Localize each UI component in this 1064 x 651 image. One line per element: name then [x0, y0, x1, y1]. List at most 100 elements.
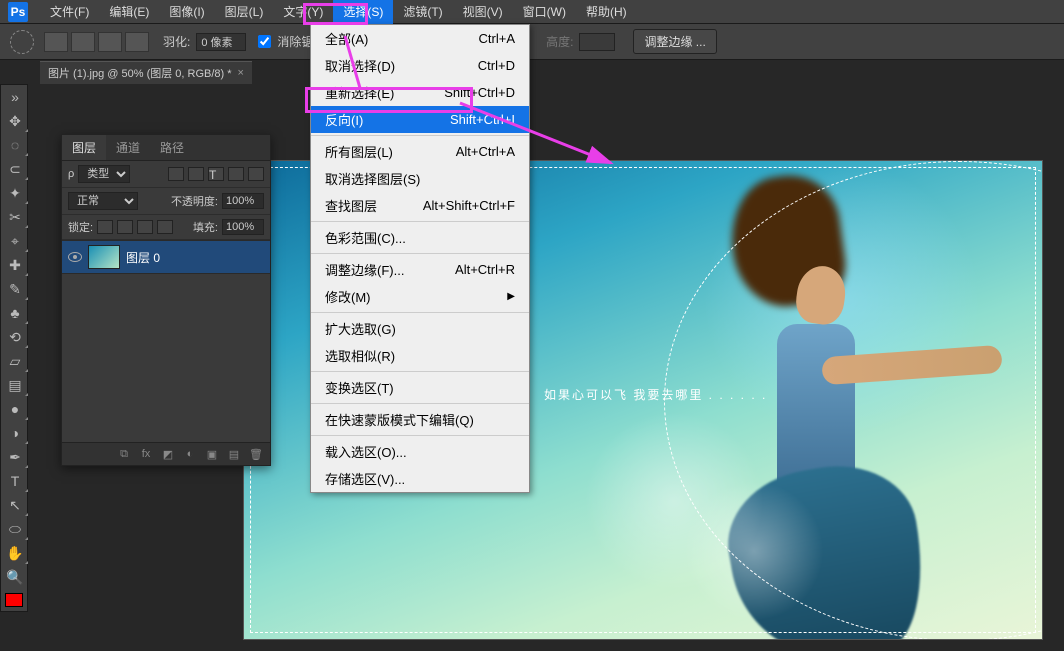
lock-position-icon[interactable] — [137, 220, 153, 234]
selection-subtract-button[interactable] — [98, 32, 122, 52]
document-tab-close[interactable]: × — [238, 67, 244, 79]
antialias-checkbox[interactable] — [258, 35, 271, 48]
menu-select[interactable]: 选择(S) — [333, 0, 393, 24]
layer-mask-icon[interactable]: ◩ — [160, 447, 176, 461]
menu-item-取消选择图层S[interactable]: 取消选择图层(S) — [311, 165, 529, 192]
menu-type[interactable]: 文字(Y) — [273, 0, 333, 24]
fill-input[interactable] — [222, 219, 264, 235]
menu-item-shortcut: Shift+Ctrl+D — [444, 85, 515, 100]
tool-grip[interactable]: » — [1, 85, 29, 109]
menu-item-载入选区O[interactable]: 载入选区(O)... — [311, 438, 529, 465]
menu-item-label: 调整边缘(F)... — [325, 260, 404, 279]
menu-edit[interactable]: 编辑(E) — [99, 0, 159, 24]
filter-pixel-icon[interactable] — [168, 167, 184, 181]
tab-layers[interactable]: 图层 — [62, 135, 106, 160]
menu-item-扩大选取G[interactable]: 扩大选取(G) — [311, 315, 529, 342]
menu-file[interactable]: 文件(F) — [40, 0, 99, 24]
tool-gradient[interactable]: ▤ — [1, 373, 29, 397]
panel-tabs: 图层 通道 路径 — [62, 135, 270, 161]
tool-eraser[interactable]: ▱ — [1, 349, 29, 373]
layers-panel[interactable]: 图层 通道 路径 ρ 类型 T 正常 不透明度: 锁定: 填充: — [61, 134, 271, 466]
lock-transparency-icon[interactable] — [97, 220, 113, 234]
layer-group-icon[interactable]: ▣ — [204, 447, 220, 461]
menu-item-调整边缘F[interactable]: 调整边缘(F)...Alt+Ctrl+R — [311, 256, 529, 283]
menu-item-全部A[interactable]: 全部(A)Ctrl+A — [311, 25, 529, 52]
blend-mode-dropdown[interactable]: 正常 — [68, 192, 138, 210]
tool-hand[interactable]: ✋ — [1, 541, 29, 565]
tool-marquee[interactable]: ◌ — [1, 133, 29, 157]
menu-layer[interactable]: 图层(L) — [215, 0, 274, 24]
tool-path-select[interactable]: ↖ — [1, 493, 29, 517]
tool-eyedropper[interactable]: ⌖ — [1, 229, 29, 253]
new-layer-icon[interactable]: ▤ — [226, 447, 242, 461]
tool-brush[interactable]: ✎ — [1, 277, 29, 301]
refine-edge-button[interactable]: 调整边缘 ... — [633, 29, 716, 54]
menu-item-变换选区T[interactable]: 变换选区(T) — [311, 374, 529, 401]
menu-item-label: 所有图层(L) — [325, 142, 393, 161]
menu-item-色彩范围C[interactable]: 色彩范围(C)... — [311, 224, 529, 251]
layers-panel-footer: ⧉ fx ◩ ◐ ▣ ▤ 🗑 — [62, 442, 270, 465]
current-tool-icon[interactable] — [10, 30, 34, 54]
tool-shape[interactable]: ⬭ — [1, 517, 29, 541]
layer-thumbnail[interactable] — [88, 245, 120, 269]
selection-intersect-button[interactable] — [125, 32, 149, 52]
selection-add-button[interactable] — [71, 32, 95, 52]
lock-all-icon[interactable] — [157, 220, 173, 234]
filter-shape-icon[interactable] — [228, 167, 244, 181]
menu-filter[interactable]: 滤镜(T) — [393, 0, 452, 24]
tool-crop[interactable]: ✂ — [1, 205, 29, 229]
fill-label: 填充: — [193, 219, 218, 235]
tool-zoom[interactable]: 🔍 — [1, 565, 29, 589]
layer-name[interactable]: 图层 0 — [126, 249, 160, 266]
tab-channels[interactable]: 通道 — [106, 135, 150, 160]
filter-smart-icon[interactable] — [248, 167, 264, 181]
select-menu-dropdown[interactable]: 全部(A)Ctrl+A取消选择(D)Ctrl+D重新选择(E)Shift+Ctr… — [310, 24, 530, 493]
link-layers-icon[interactable]: ⧉ — [116, 447, 132, 461]
menu-item-所有图层L[interactable]: 所有图层(L)Alt+Ctrl+A — [311, 138, 529, 165]
tool-lasso[interactable]: ⊂ — [1, 157, 29, 181]
layer-fx-icon[interactable]: fx — [138, 447, 154, 461]
menu-item-label: 修改(M) — [325, 287, 371, 306]
adjustment-layer-icon[interactable]: ◐ — [182, 447, 198, 461]
delete-layer-icon[interactable]: 🗑 — [248, 447, 264, 461]
tool-healing[interactable]: ✚ — [1, 253, 29, 277]
layer-visibility-icon[interactable] — [68, 252, 82, 262]
tool-move[interactable]: ✥ — [1, 109, 29, 133]
tool-type[interactable]: T — [1, 469, 29, 493]
document-tab-title: 图片 (1).jpg @ 50% (图层 0, RGB/8) * — [48, 65, 232, 81]
filter-adjust-icon[interactable] — [188, 167, 204, 181]
layer-row[interactable]: 图层 0 — [62, 240, 270, 274]
menu-item-重新选择E[interactable]: 重新选择(E)Shift+Ctrl+D — [311, 79, 529, 106]
toolbox: » ✥ ◌ ⊂ ✦ ✂ ⌖ ✚ ✎ ♣ ⟲ ▱ ▤ ● ◑ ✒ T ↖ ⬭ ✋ … — [0, 84, 28, 612]
document-tab[interactable]: 图片 (1).jpg @ 50% (图层 0, RGB/8) * × — [40, 61, 252, 84]
feather-input[interactable] — [196, 33, 246, 51]
tool-stamp[interactable]: ♣ — [1, 301, 29, 325]
menu-item-存储选区V[interactable]: 存储选区(V)... — [311, 465, 529, 492]
menu-help[interactable]: 帮助(H) — [576, 0, 637, 24]
tool-blur[interactable]: ● — [1, 397, 29, 421]
menu-item-在快速蒙版模式下编辑Q[interactable]: 在快速蒙版模式下编辑(Q) — [311, 406, 529, 433]
tool-pen[interactable]: ✒ — [1, 445, 29, 469]
menu-item-shortcut: Shift+Ctrl+I — [450, 112, 515, 127]
menu-item-查找图层[interactable]: 查找图层Alt+Shift+Ctrl+F — [311, 192, 529, 219]
menu-item-修改M[interactable]: 修改(M)▶ — [311, 283, 529, 310]
tool-magic-wand[interactable]: ✦ — [1, 181, 29, 205]
menu-item-反向I[interactable]: 反向(I)Shift+Ctrl+I — [311, 106, 529, 133]
opacity-input[interactable] — [222, 193, 264, 209]
tool-history-brush[interactable]: ⟲ — [1, 325, 29, 349]
tab-paths[interactable]: 路径 — [150, 135, 194, 160]
layer-filter-kind[interactable]: 类型 — [78, 165, 130, 183]
selection-new-button[interactable] — [44, 32, 68, 52]
menu-item-取消选择D[interactable]: 取消选择(D)Ctrl+D — [311, 52, 529, 79]
menu-image[interactable]: 图像(I) — [159, 0, 214, 24]
lock-pixels-icon[interactable] — [117, 220, 133, 234]
menu-item-选取相似R[interactable]: 选取相似(R) — [311, 342, 529, 369]
options-bar: 羽化: 消除锯齿 样式: 正常 宽度: ⇄ 高度: 调整边缘 ... — [0, 24, 1064, 60]
menubar: Ps 文件(F) 编辑(E) 图像(I) 图层(L) 文字(Y) 选择(S) 滤… — [0, 0, 1064, 24]
menu-item-label: 色彩范围(C)... — [325, 228, 406, 247]
foreground-swatch[interactable] — [5, 593, 23, 607]
tool-dodge[interactable]: ◑ — [1, 421, 29, 445]
filter-type-icon[interactable]: T — [208, 167, 224, 181]
menu-view[interactable]: 视图(V) — [453, 0, 513, 24]
menu-window[interactable]: 窗口(W) — [513, 0, 576, 24]
